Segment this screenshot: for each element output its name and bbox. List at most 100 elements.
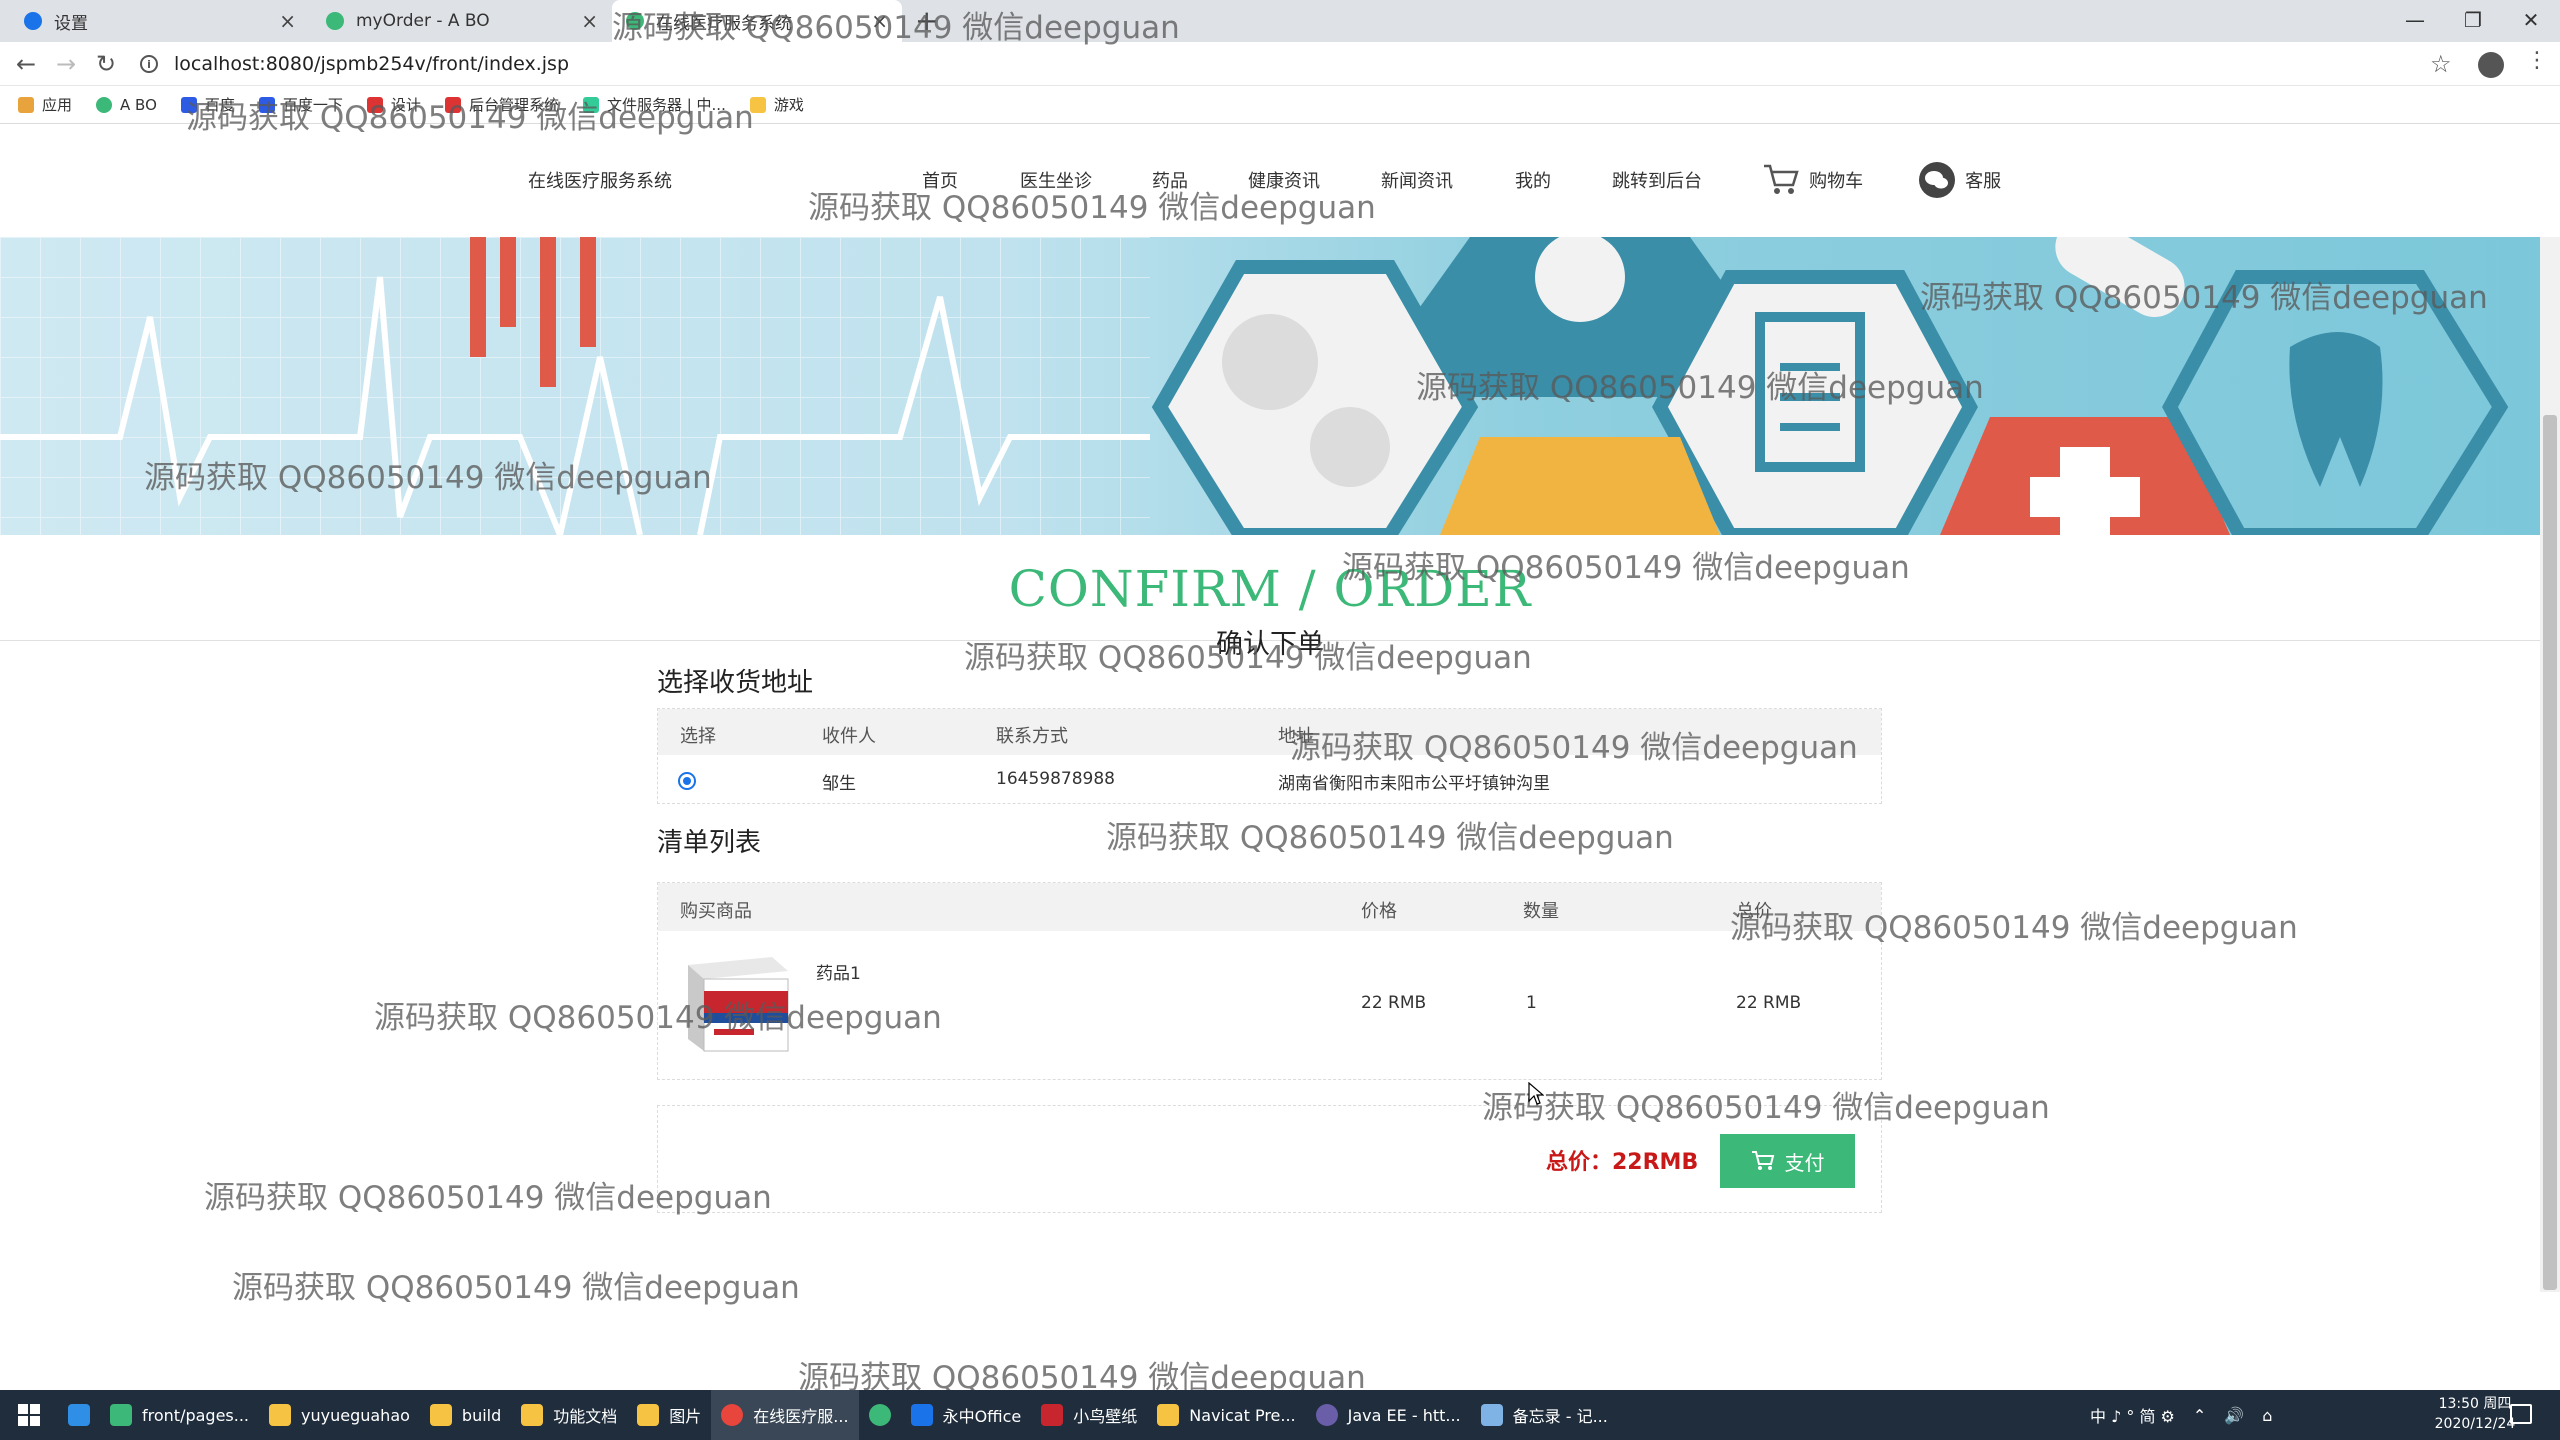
bookmark-abo[interactable]: A BO [96,96,157,114]
url-field[interactable]: i localhost:8080/jspmb254v/front/index.j… [140,48,2420,80]
watermark: 源码获取 QQ86050149 微信deepguan [1106,820,1674,856]
windows-start-button[interactable] [0,1390,58,1440]
pay-button[interactable]: 支付 [1720,1134,1855,1188]
system-tray[interactable]: 中 ♪ ° 简 ⚙ ⌃ 🔊 ⌂ [2090,1390,2272,1440]
bookmark-star-icon[interactable]: ☆ [2430,50,2452,78]
notepad-icon [1480,1404,1503,1426]
site-favicon-icon [626,12,644,30]
taskbar-notepad[interactable]: 备忘录 - 记... [1471,1390,1618,1440]
address-row[interactable]: 邹生 16459878988 湖南省衡阳市耒阳市公平圩镇钟沟里 [658,755,1881,803]
browser-tab-bar: 设置 × myOrder - A BO × 在线医疗服务系统 × + — ❐ ✕ [0,0,2560,42]
tab-title: 设置 [54,13,88,34]
taskbar-label: 小鸟壁纸 [1073,1407,1138,1426]
bookmark-baidu[interactable]: 百度 [180,94,235,115]
taskbar-label: Navicat Pre... [1189,1405,1296,1425]
address-table: 选择 收件人 联系方式 地址 邹生 16459878988 湖南省衡阳市耒阳市公… [657,708,1882,804]
bookmark-label: 文件服务器 | 中... [606,96,726,114]
taskbar-navicat[interactable]: Navicat Pre... [1147,1390,1305,1440]
site-favicon-icon [180,96,197,113]
notification-center-icon[interactable] [2510,1404,2532,1424]
taskbar-eclipse[interactable]: Java EE - htt... [1306,1390,1471,1440]
browser-tab-settings[interactable]: 设置 × [10,0,310,42]
site-favicon-icon [96,96,113,113]
bookmark-design[interactable]: 设计 [366,94,421,115]
nav-news[interactable]: 新闻资讯 [1381,167,1453,193]
pay-label: 支付 [1784,1152,1825,1175]
site-favicon-icon [582,96,599,113]
folder-icon [637,1404,660,1426]
nav-doctors[interactable]: 医生坐诊 [1020,167,1092,193]
taskbar-label: 功能文档 [553,1407,618,1426]
nav-mine[interactable]: 我的 [1515,167,1551,193]
bookmark-label: 百度一下 [282,96,343,114]
nav-admin[interactable]: 跳转到后台 [1612,167,1702,193]
windows-logo-icon [18,1404,40,1426]
address-table-header: 选择 收件人 联系方式 地址 [658,709,1881,755]
taskbar-hbuilder[interactable]: front/pages... [100,1390,259,1440]
bookmark-admin[interactable]: 后台管理系统 [444,94,559,115]
hbuilder-icon [110,1404,132,1426]
close-tab-icon[interactable]: × [581,9,598,33]
close-tab-icon[interactable]: × [279,9,296,33]
store-icon [68,1404,90,1426]
bookmark-label: A BO [120,95,157,114]
bookmark-games[interactable]: 游戏 [749,94,804,115]
taskbar-folder[interactable]: 功能文档 [511,1390,627,1440]
bookmark-fileserver[interactable]: 文件服务器 | 中... [582,94,726,115]
eclipse-icon [1315,1404,1338,1426]
site-header: 在线医疗服务系统 首页 医生坐诊 药品 健康资讯 新闻资讯 我的 跳转到后台 购… [0,125,2540,237]
folder-icon [429,1404,452,1426]
taskbar-store[interactable] [58,1390,100,1440]
minimize-button[interactable]: — [2386,0,2444,40]
taskbar-chrome[interactable]: 在线医疗服... [711,1390,859,1440]
taskbar-label: 永中Office [942,1407,1022,1426]
product-total: 22 RMB [1736,993,1802,1013]
address-radio[interactable] [678,772,696,790]
reload-icon[interactable]: ↻ [90,48,122,80]
order-table-header: 购买商品 价格 数量 总价 [658,883,1881,931]
forward-arrow-icon[interactable]: → [50,48,82,80]
page-title-en: CONFIRM / ORDER [1008,560,1532,618]
gear-icon [24,12,42,30]
tray-up-icon[interactable]: ⌃ [2193,1406,2206,1425]
product-image[interactable] [680,953,792,1053]
menu-kebab-icon[interactable]: ⋮ [2526,48,2548,73]
nav-home[interactable]: 首页 [922,167,958,193]
nav-health-info[interactable]: 健康资讯 [1248,167,1320,193]
account-avatar-icon[interactable] [2478,52,2504,78]
watermark: 源码获取 QQ86050149 微信deepguan [232,1270,800,1306]
product-name[interactable]: 药品1 [816,959,861,984]
volume-icon[interactable]: 🔊 [2224,1406,2244,1425]
new-tab-button[interactable]: + [915,4,938,37]
page-title-cn: 确认下单 [1216,629,1324,660]
close-window-button[interactable]: ✕ [2502,0,2560,40]
url-text: localhost:8080/jspmb254v/front/index.jsp [174,53,570,75]
column-header: 联系方式 [996,726,1068,747]
maximize-button[interactable]: ❐ [2444,0,2502,40]
site-brand[interactable]: 在线医疗服务系统 [528,167,672,193]
recipient-address: 湖南省衡阳市耒阳市公平圩镇钟沟里 [1278,774,1550,794]
order-item-row: 药品1 22 RMB 1 22 RMB [658,931,1881,1079]
browser-tab-medical[interactable]: 在线医疗服务系统 × [612,0,902,42]
recipient-name: 邹生 [822,774,856,794]
info-icon[interactable]: i [140,55,158,73]
taskbar-folder[interactable]: 图片 [627,1390,711,1440]
scrollbar-thumb[interactable] [2543,415,2557,1290]
taskbar-folder[interactable]: yuyueguahao [259,1390,420,1440]
close-tab-icon[interactable]: × [871,9,888,33]
column-header: 选择 [680,726,716,747]
taskbar-app[interactable] [859,1390,901,1440]
bookmark-label: 应用 [42,96,73,114]
back-arrow-icon[interactable]: ← [10,48,42,80]
nav-medicine[interactable]: 药品 [1152,167,1188,193]
site-favicon-icon [326,12,344,30]
taskbar-folder[interactable]: build [420,1390,511,1440]
cart-link[interactable]: 购物车 [1762,163,1863,197]
browser-tab-myorder[interactable]: myOrder - A BO × [312,0,612,42]
network-icon[interactable]: ⌂ [2262,1406,2272,1425]
bookmark-baidu-search[interactable]: 百度一下 [258,94,343,115]
customer-service-link[interactable]: 客服 [1918,161,2001,199]
taskbar-office[interactable]: 永中Office [901,1390,1032,1440]
bookmark-apps[interactable]: 应用 [18,94,72,115]
taskbar-wallpaper[interactable]: 小鸟壁纸 [1031,1390,1147,1440]
